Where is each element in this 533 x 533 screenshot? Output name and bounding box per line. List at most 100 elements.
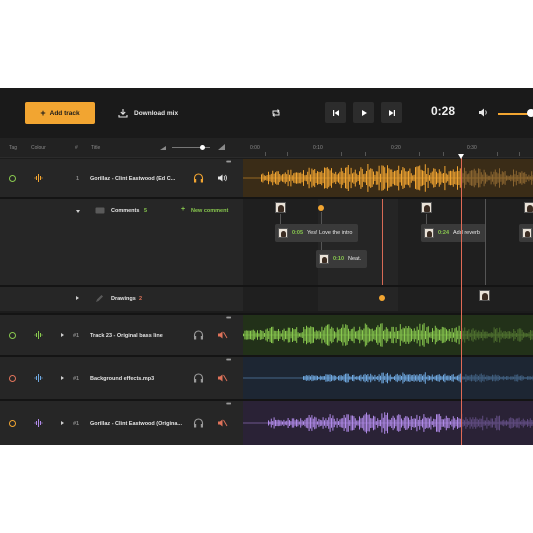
playhead[interactable] [461,158,462,445]
track-menu-icon[interactable]: ••• [226,159,231,166]
avatar [278,228,288,238]
skip-forward-icon [388,109,395,116]
drawings-row: Drawings 2 [0,287,243,311]
waveform-colour-icon[interactable] [34,173,43,183]
pencil-icon [96,295,103,302]
loop-button[interactable] [268,105,284,121]
header-title: Title [91,145,101,151]
track-menu-icon[interactable]: ••• [226,315,231,322]
tag-indicator[interactable] [9,420,16,427]
header-number: # [75,145,78,151]
waveform-track-4 [243,412,533,434]
track-title[interactable]: Track 23 - Original bass line [90,333,163,339]
track-menu-icon[interactable]: ••• [226,357,231,364]
download-icon [118,109,128,118]
waveform-track-1 [243,164,533,192]
plus-icon[interactable]: + [181,206,185,213]
expand-icon[interactable] [61,333,64,337]
waveform-colour-icon[interactable] [34,418,43,428]
zoom-in-icon[interactable] [218,143,226,151]
skip-forward-button[interactable] [381,102,402,123]
volume-icon [479,108,487,117]
track-row-1[interactable]: 1 Gorillaz - Clint Eastwood (Ed C... ••• [0,159,243,197]
headphones-icon[interactable] [193,173,204,183]
new-comment-button[interactable]: New comment [191,208,228,214]
add-track-label: Add track [49,109,80,117]
waveform-track-3 [243,372,533,384]
comments-label: Comments [111,208,140,214]
comment-marker[interactable] [318,205,324,211]
tag-indicator[interactable] [9,375,16,382]
comment-bubble[interactable] [519,224,533,242]
track-title[interactable]: Gorillaz - Clint Eastwood (Ed C... [90,176,175,182]
track-lane-2[interactable] [243,315,533,355]
comment-connector [382,199,383,285]
track-title[interactable]: Background effects.mp3 [90,376,154,382]
track-row-3[interactable]: #1 Background effects.mp3 ••• [0,357,243,399]
waveform-colour-icon[interactable] [34,330,43,340]
avatar[interactable] [421,202,432,213]
headphones-icon[interactable] [193,373,204,383]
speaker-icon[interactable] [217,173,228,183]
ruler-tick [341,152,342,156]
volume-slider-knob[interactable] [527,109,533,117]
zoom-out-icon[interactable] [160,144,167,151]
comment-bubble[interactable]: 0:24 Add reverb [421,224,486,242]
comment-text: Yes! Love the intro [307,230,353,236]
download-mix-button[interactable]: Download mix [118,105,178,121]
drawing-region [318,287,398,311]
ruler-tick [497,152,498,156]
avatar[interactable] [275,202,286,213]
track-number: #1 [73,376,80,382]
track-lane-1[interactable] [243,159,533,197]
add-track-button[interactable]: + Add track [25,102,95,124]
headphones-icon[interactable] [193,330,204,340]
comments-count: 5 [144,208,148,214]
avatar[interactable] [524,202,533,213]
ruler-tick [419,152,420,156]
speaker-muted-icon[interactable] [217,418,228,428]
track-lane-4[interactable] [243,401,533,445]
expand-icon[interactable] [61,421,64,425]
comment-bubble[interactable]: 0:10 Neat. [316,250,368,268]
waveform-colour-icon[interactable] [34,373,43,383]
speaker-muted-icon[interactable] [217,373,228,383]
headphones-icon[interactable] [193,418,204,428]
comment-connector [426,214,427,224]
speaker-muted-icon[interactable] [217,330,228,340]
toolbar: + Add track Download mix 0:28 [0,88,533,138]
track-title[interactable]: Gorillaz - Clint Eastwood (Origina... [90,421,182,427]
comment-time: 0:24 [438,230,450,236]
track-lane-3[interactable] [243,357,533,399]
ruler-label-0: 0:00 [250,145,260,151]
drawing-marker[interactable] [379,295,385,301]
track-row-2[interactable]: #1 Track 23 - Original bass line ••• [0,315,243,355]
comment-icon [95,207,105,214]
expand-icon[interactable] [61,376,64,380]
tag-indicator[interactable] [9,175,16,182]
header-colour: Colour [31,145,46,151]
tag-indicator[interactable] [9,332,16,339]
avatar [319,254,329,264]
track-list-header: Tag Colour # Title 0:00 0:10 0:20 0:30 [0,138,533,158]
track-number: #1 [73,333,80,339]
track-row-4[interactable]: #1 Gorillaz - Clint Eastwood (Origina...… [0,401,243,445]
skip-back-button[interactable] [325,102,346,123]
comments-row: Comments 5 + New comment [0,199,243,285]
track-number: 1 [76,176,80,182]
comment-time: 0:05 [292,230,304,236]
ruler-label-1: 0:10 [313,145,323,151]
play-button[interactable] [353,102,374,123]
playhead-handle[interactable] [458,154,464,159]
comments-lane: 0:05 Yes! Love the intro 0:10 Neat. 0:24… [243,199,533,285]
expand-icon[interactable] [76,296,79,300]
avatar[interactable] [479,290,490,301]
collapse-icon[interactable] [76,210,80,213]
zoom-slider-knob[interactable] [200,145,205,150]
comment-bubble[interactable]: 0:05 Yes! Love the intro [275,224,359,242]
comment-time: 0:10 [333,256,345,262]
download-mix-label: Download mix [134,109,179,117]
comment-connector [485,199,486,285]
track-menu-icon[interactable]: ••• [226,401,231,408]
drawings-label: Drawings [111,296,136,302]
